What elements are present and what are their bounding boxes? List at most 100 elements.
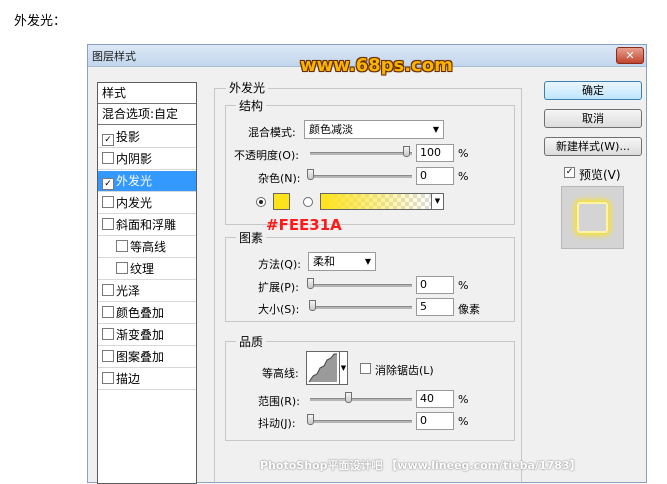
contour-curve-icon	[308, 353, 337, 383]
style-item-checkbox[interactable]	[102, 306, 114, 318]
size-slider-thumb[interactable]	[308, 300, 316, 311]
style-item-label: 投影	[116, 130, 141, 144]
technique-label: 方法(Q):	[258, 258, 301, 271]
opacity-slider-thumb[interactable]	[403, 146, 410, 157]
style-item[interactable]: 渐变叠加	[98, 325, 196, 346]
range-slider-track[interactable]	[310, 398, 412, 401]
size-input[interactable]: 5	[416, 298, 454, 316]
close-icon: ✕	[625, 49, 635, 62]
quality-title: 品质	[236, 333, 267, 350]
preview-checkbox[interactable]: ✓	[564, 167, 575, 178]
style-item-label: 等高线	[130, 240, 167, 254]
gradient-dropdown[interactable]: ▼	[432, 193, 444, 210]
noise-label: 杂色(N):	[258, 172, 301, 185]
anti-alias-checkbox[interactable]	[360, 363, 371, 374]
style-item-label: 图案叠加	[116, 350, 165, 364]
style-item-checkbox[interactable]	[102, 152, 114, 164]
opacity-input[interactable]: 100	[416, 144, 454, 162]
opacity-slider-track[interactable]	[310, 152, 412, 155]
style-item-label: 内发光	[116, 196, 153, 210]
blend-mode-value: 颜色减淡	[309, 123, 353, 136]
style-item-checkbox[interactable]	[102, 196, 114, 208]
size-slider-track[interactable]	[310, 306, 412, 309]
contour-label: 等高线:	[262, 367, 299, 380]
contour-picker[interactable]	[306, 351, 340, 385]
style-item[interactable]: 内阴影	[98, 149, 196, 170]
contour-dropdown[interactable]: ▼	[340, 351, 348, 385]
style-item-label: 描边	[116, 372, 141, 386]
style-item[interactable]: 内发光	[98, 193, 196, 214]
range-input[interactable]: 40	[416, 390, 454, 408]
spread-slider-track[interactable]	[310, 284, 412, 287]
spread-input[interactable]: 0	[416, 276, 454, 294]
style-item[interactable]: 图案叠加	[98, 347, 196, 368]
new-style-button[interactable]: 新建样式(W)...	[544, 137, 642, 156]
style-item[interactable]: 斜面和浮雕	[98, 215, 196, 236]
style-item[interactable]: 描边	[98, 369, 196, 390]
range-slider-thumb[interactable]	[345, 392, 353, 403]
layer-style-dialog: 图层样式 ✕ 样式 混合选项:自定 ✓ 投影 内阴影 ✓ 外发光 内发光 斜面和浮雕 等高线纹…	[87, 44, 647, 484]
jitter-slider-track[interactable]	[310, 420, 412, 423]
watermark-top: www.68ps.com	[300, 55, 453, 76]
gradient-radio[interactable]	[303, 197, 313, 207]
style-preview	[561, 186, 624, 249]
glow-color-swatch[interactable]	[273, 193, 290, 210]
style-item-checkbox[interactable]: ✓	[102, 134, 114, 146]
outer-glow-title: 外发光	[226, 79, 269, 96]
jitter-input[interactable]: 0	[416, 412, 454, 430]
opacity-unit: %	[458, 147, 469, 160]
style-item[interactable]: ✓ 投影	[98, 127, 196, 148]
glow-gradient-swatch[interactable]	[320, 193, 432, 210]
chevron-down-icon: ▼	[432, 125, 439, 134]
ok-button[interactable]: 确定	[544, 81, 642, 100]
color-radio[interactable]	[256, 197, 266, 207]
jitter-unit: %	[458, 415, 469, 428]
noise-slider-track[interactable]	[310, 175, 412, 178]
blend-options-item[interactable]: 混合选项:自定	[98, 104, 196, 125]
opacity-label: 不透明度(O):	[234, 149, 299, 162]
blend-mode-label: 混合模式:	[248, 126, 296, 139]
close-button[interactable]: ✕	[616, 47, 644, 64]
size-unit: 像素	[458, 303, 480, 316]
style-item-checkbox[interactable]	[102, 372, 114, 384]
structure-title: 结构	[236, 97, 267, 114]
style-item-checkbox[interactable]	[102, 284, 114, 296]
style-item-checkbox[interactable]	[102, 350, 114, 362]
range-label: 范围(R):	[258, 395, 300, 408]
dialog-title: 图层样式	[92, 50, 136, 63]
jitter-slider-thumb[interactable]	[307, 414, 314, 425]
noise-unit: %	[458, 170, 469, 183]
elements-title: 图素	[236, 229, 267, 246]
noise-input[interactable]: 0	[416, 167, 454, 185]
chevron-down-icon: ▼	[340, 364, 347, 372]
style-item-label: 斜面和浮雕	[116, 218, 177, 232]
style-item-checkbox[interactable]	[116, 262, 128, 274]
style-item[interactable]: 纹理	[98, 259, 196, 280]
styles-header[interactable]: 样式	[98, 83, 196, 104]
chevron-down-icon: ▼	[434, 197, 441, 205]
technique-value: 柔和	[313, 255, 335, 268]
style-item[interactable]: 颜色叠加	[98, 303, 196, 324]
style-item-label: 颜色叠加	[116, 306, 165, 320]
anti-alias-label: 消除锯齿(L)	[375, 364, 434, 377]
noise-slider-thumb[interactable]	[307, 169, 314, 180]
style-item-label: 内阴影	[116, 152, 153, 166]
style-item-checkbox[interactable]: ✓	[102, 178, 114, 190]
technique-select[interactable]: 柔和 ▼	[308, 252, 376, 271]
style-item-label: 纹理	[130, 262, 155, 276]
jitter-label: 抖动(J):	[258, 417, 296, 430]
blend-mode-select[interactable]: 颜色减淡 ▼	[304, 120, 444, 139]
spread-unit: %	[458, 279, 469, 292]
range-unit: %	[458, 393, 469, 406]
style-item-checkbox[interactable]	[102, 328, 114, 340]
cancel-button[interactable]: 取消	[544, 109, 642, 128]
style-item[interactable]: 等高线	[98, 237, 196, 258]
style-item[interactable]: ✓ 外发光	[98, 171, 196, 192]
spread-slider-thumb[interactable]	[307, 278, 314, 289]
preview-label: 预览(V)	[579, 168, 621, 182]
style-item[interactable]: 光泽	[98, 281, 196, 302]
style-item-checkbox[interactable]	[116, 240, 128, 252]
spread-label: 扩展(P):	[258, 281, 299, 294]
style-item-checkbox[interactable]	[102, 218, 114, 230]
watermark-bottom: PhotoShop平面设计吧 【www.lineeg.com/tieba/178…	[260, 459, 581, 472]
